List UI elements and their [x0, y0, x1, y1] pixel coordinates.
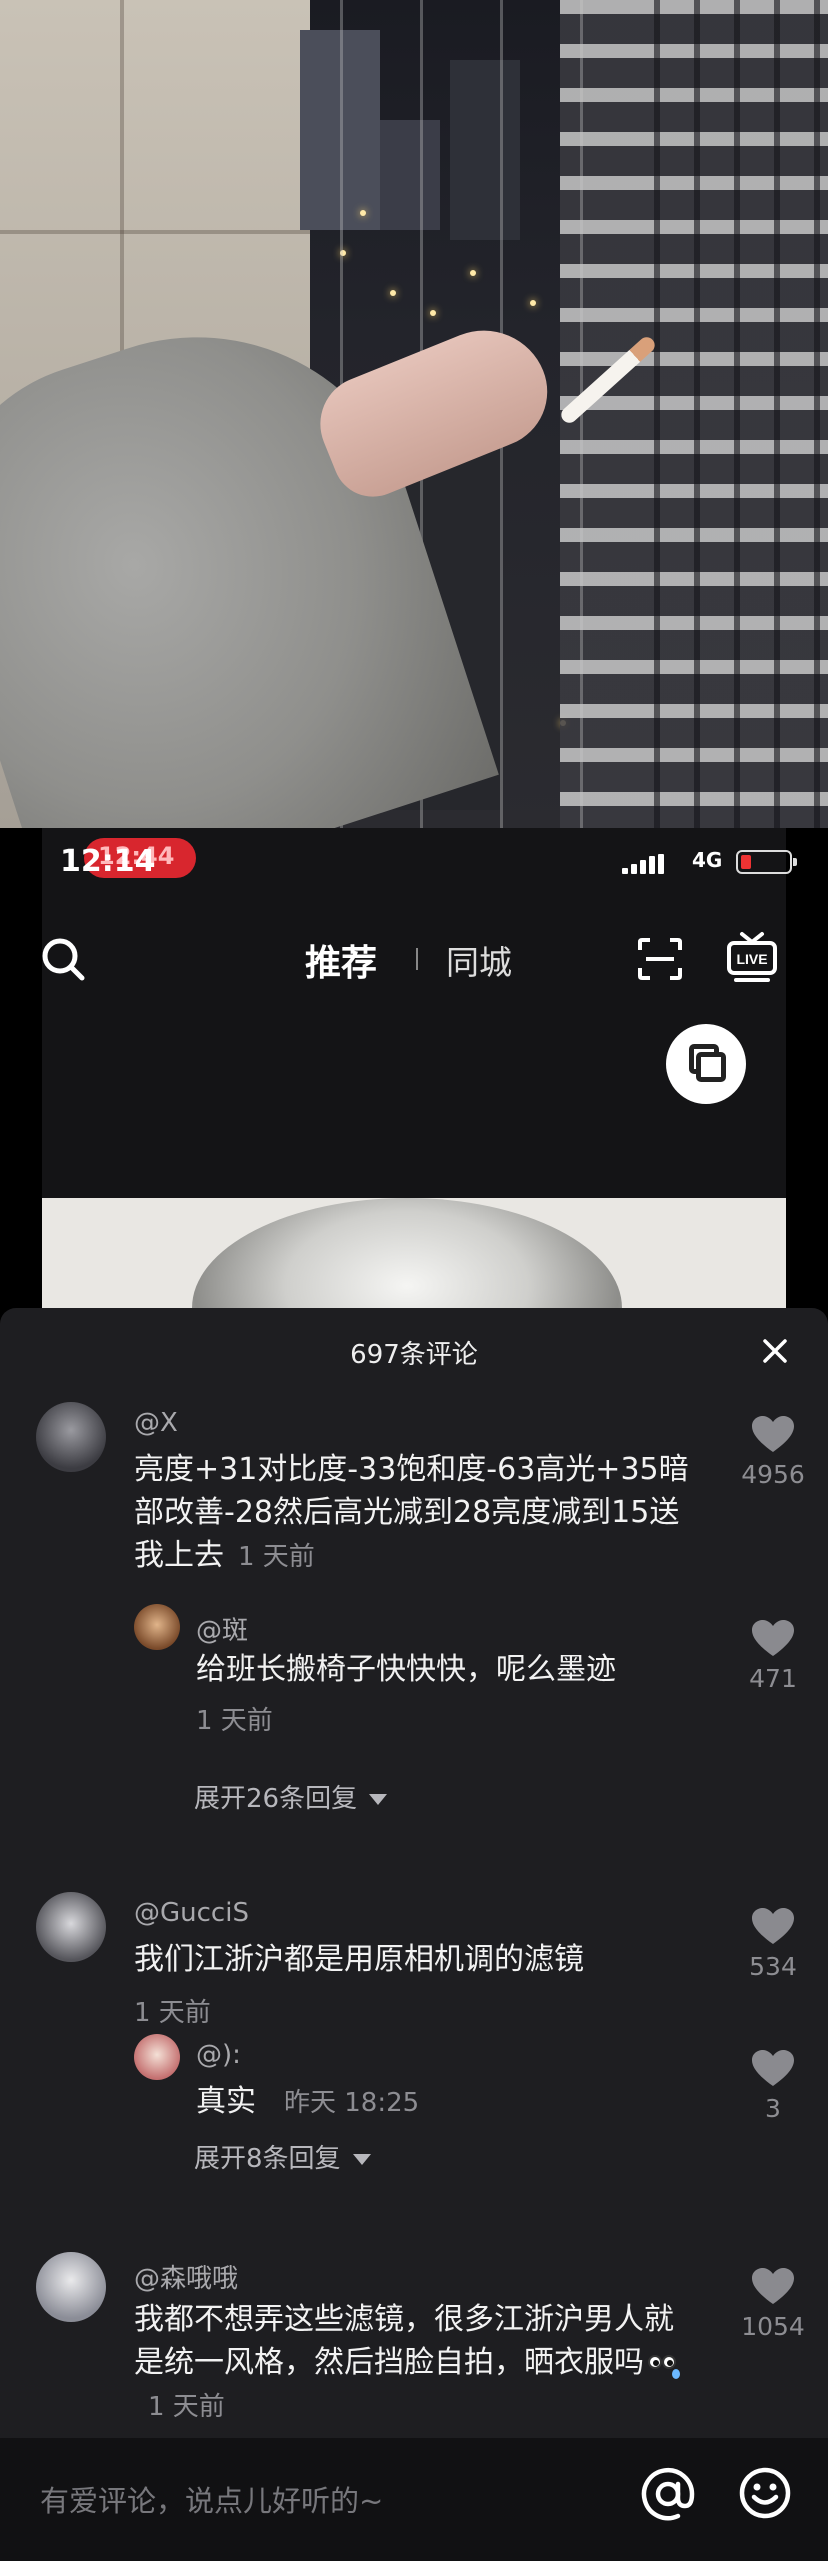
battery-icon — [736, 850, 797, 874]
top-photo — [0, 0, 828, 828]
chevron-down-icon — [352, 2154, 371, 2165]
comment-text: 亮度+31对比度-33饱和度-63高光+35暗部改善-28然后高光减到28亮度减… — [134, 1448, 694, 1579]
heart-icon — [752, 1620, 794, 1656]
reply-text: 真实 昨天 18:25 — [196, 2080, 696, 2125]
embedded-screenshot: 12:44 12:14 4G 推荐 同城 LIVE 697条评论 @X 亮度+3… — [0, 828, 828, 2561]
like-button[interactable]: 471 — [738, 1620, 808, 1693]
like-count: 471 — [749, 1664, 797, 1693]
search-icon[interactable] — [40, 936, 86, 982]
heart-icon — [752, 1416, 794, 1452]
avatar[interactable] — [36, 2252, 106, 2322]
emoji-sweat-icon — [648, 2349, 682, 2379]
like-count: 3 — [765, 2094, 781, 2123]
avatar[interactable] — [36, 1402, 106, 1472]
status-bar: 12:44 12:14 4G — [0, 838, 828, 892]
wall-tile-line — [0, 230, 310, 234]
comment-time: 1 天前 — [148, 2392, 225, 2422]
comment-time: 1 天前 — [134, 1998, 211, 2028]
comment-time: 1 天前 — [238, 1542, 315, 1572]
heart-icon — [752, 2050, 794, 2086]
like-button[interactable]: 1054 — [738, 2268, 808, 2341]
comment-username[interactable]: @森哦哦 — [134, 2258, 238, 2295]
tab-recommend[interactable]: 推荐 — [305, 934, 377, 986]
comment-input-bar: 有爱评论，说点儿好听的~ — [0, 2438, 828, 2561]
like-button[interactable]: 3 — [738, 2050, 808, 2123]
comments-sheet: 697条评论 @X 亮度+31对比度-33饱和度-63高光+35暗部改善-28然… — [0, 1308, 828, 2561]
comment-username[interactable]: @X — [134, 1408, 178, 1438]
avatar[interactable] — [36, 1892, 106, 1962]
heart-icon — [752, 1908, 794, 1944]
expand-replies-button[interactable]: 展开26条回复 — [194, 1778, 388, 1815]
expand-replies-label: 展开8条回复 — [194, 2144, 341, 2174]
duet-button[interactable] — [666, 1024, 746, 1104]
like-button[interactable]: 4956 — [738, 1416, 808, 1489]
comment-input[interactable]: 有爱评论，说点儿好听的~ — [40, 2478, 383, 2520]
expand-replies-button[interactable]: 展开8条回复 — [194, 2138, 371, 2175]
landscape-painting — [192, 1198, 622, 1308]
comment-body: 我都不想弄这些滤镜，很多江浙沪男人就是统一风格，然后挡脸自拍，晒衣服吗 — [134, 2302, 674, 2380]
scan-icon[interactable] — [638, 938, 682, 980]
like-count: 4956 — [741, 1460, 805, 1489]
reply-username[interactable]: @): — [196, 2040, 241, 2070]
like-button[interactable]: 534 — [738, 1908, 808, 1981]
signal-icon — [622, 854, 664, 874]
comment-body: 亮度+31对比度-33饱和度-63高光+35暗部改善-28然后高光减到28亮度减… — [134, 1452, 689, 1573]
like-count: 1054 — [741, 2312, 805, 2341]
comment-text: 我们江浙沪都是用原相机调的滤镜 — [134, 1942, 584, 1977]
distant-building — [380, 120, 440, 230]
comment-count: 697条评论 — [350, 1340, 478, 1370]
reply-time: 1 天前 — [196, 1706, 273, 1736]
expand-replies-label: 展开26条回复 — [194, 1784, 358, 1814]
network-type: 4G — [692, 848, 723, 872]
status-time: 12:14 — [60, 844, 156, 879]
reply-text: 给班长搬椅子快快快，呢么墨迹 — [196, 1652, 616, 1687]
chevron-down-icon — [369, 1794, 388, 1805]
avatar[interactable] — [134, 2034, 180, 2080]
city-light — [390, 290, 396, 296]
reply-body: 真实 — [196, 2084, 256, 2119]
comments-header: 697条评论 — [0, 1308, 828, 1400]
top-nav: 推荐 同城 LIVE — [0, 926, 828, 990]
tower-window-columns — [620, 0, 828, 828]
heart-icon — [752, 2268, 794, 2304]
city-light — [530, 300, 536, 306]
comment-text: 我都不想弄这些滤镜，很多江浙沪男人就是统一风格，然后挡脸自拍，晒衣服吗 1 天前 — [134, 2298, 694, 2429]
like-count: 534 — [749, 1952, 797, 1981]
mention-icon[interactable] — [640, 2466, 696, 2522]
city-light — [470, 270, 476, 276]
distant-building — [450, 60, 520, 240]
emoji-icon[interactable] — [738, 2466, 792, 2520]
video-thumbnail[interactable] — [42, 1198, 786, 1308]
tab-local[interactable]: 同城 — [446, 936, 512, 984]
reply-username[interactable]: @斑 — [196, 1610, 248, 1647]
svg-text:LIVE: LIVE — [736, 951, 767, 967]
tab-separator — [416, 948, 418, 970]
reply-time: 昨天 18:25 — [284, 2088, 420, 2118]
city-light — [360, 210, 366, 216]
close-icon[interactable] — [760, 1336, 790, 1366]
city-light — [430, 310, 436, 316]
avatar[interactable] — [134, 1604, 180, 1650]
comment-username[interactable]: @GucciS — [134, 1898, 249, 1928]
live-icon[interactable]: LIVE — [726, 930, 778, 986]
